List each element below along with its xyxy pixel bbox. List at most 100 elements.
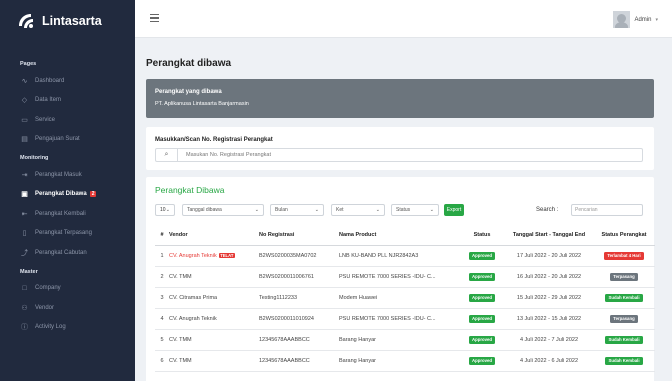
table-row[interactable]: 2 CV. TMM B2WS0200011006761 PSU REMOTE 7000… bbox=[155, 266, 655, 288]
column-header[interactable]: Status bbox=[459, 225, 505, 246]
hamburger-menu-icon[interactable] bbox=[150, 14, 159, 24]
row-number: 5 bbox=[155, 329, 169, 351]
sidebar-item-vendor[interactable]: ⚇ Vendor bbox=[0, 298, 135, 318]
row-number: 6 bbox=[155, 350, 169, 372]
column-header[interactable]: # bbox=[155, 225, 169, 246]
status-badge: Approved bbox=[468, 314, 496, 323]
vendor-name: CV. TMM bbox=[169, 273, 192, 280]
vendor-cell: CV. Anugrah Teknik bbox=[169, 308, 259, 330]
registration-cell: 12345678AAABBCC bbox=[259, 350, 339, 372]
product-cell: PSU REMOTE 7000 SERIES -IDU- C... bbox=[339, 266, 459, 288]
table-row[interactable]: 1 CV. Anugrah Teknik TELAT B2WS0200035MA070… bbox=[155, 245, 655, 267]
device-status-badge: Sudah Kembali bbox=[605, 356, 643, 365]
registration-cell: B2WS0200035MA0702 bbox=[259, 245, 339, 267]
user-menu[interactable]: Admin ▾ bbox=[613, 11, 658, 28]
sidebar: Lintasarta Pages ∿ Dashboard ◇ Data Item ▭ Ser… bbox=[0, 0, 135, 381]
sidebar-item-label: Perangkat Terpasang bbox=[35, 230, 92, 237]
column-header[interactable]: Tanggal Start - Tanggal End bbox=[505, 225, 593, 246]
page-title: Perangkat dibawa bbox=[146, 58, 232, 69]
device-status-cell: Sudah Kembali bbox=[593, 287, 655, 309]
sidebar-section-monitoring: Monitoring bbox=[20, 155, 49, 161]
device-status-cell: Sudah Kembali bbox=[593, 329, 655, 351]
row-number: 2 bbox=[155, 266, 169, 288]
late-badge: TELAT bbox=[218, 252, 235, 258]
status-cell: Approved bbox=[459, 245, 505, 267]
table-row[interactable]: 5 CV. TMM 12345678AAABBCC Barang Hanyar Appr… bbox=[155, 329, 655, 351]
sidebar-item-label: Service bbox=[35, 116, 56, 123]
log-out-icon: ⇤ bbox=[21, 210, 28, 218]
sidebar-item-perangkat-masuk[interactable]: ⇥ Perangkat Masuk bbox=[0, 165, 135, 185]
briefcase-icon: ▣ bbox=[21, 191, 28, 199]
column-header[interactable]: Vendor bbox=[169, 225, 259, 246]
status-cell: Approved bbox=[459, 329, 505, 351]
list-title: Perangkat Dibawa bbox=[155, 185, 225, 195]
product-cell: PSU REMOTE 7000 SERIES -IDU- C... bbox=[339, 308, 459, 330]
sidebar-item-perangkat-cabutan[interactable]: ⤴ Perangkat Cabutan bbox=[0, 243, 135, 263]
sidebar-menu: Pages ∿ Dashboard ◇ Data Item ▭ Service ▤ Pengaj… bbox=[0, 61, 135, 337]
vendor-cell: CV. Anugrah Teknik TELAT bbox=[169, 245, 259, 267]
sidebar-item-company[interactable]: □ Company bbox=[0, 279, 135, 299]
sidebar-item-label: Company bbox=[35, 285, 61, 292]
filter-ket-select[interactable]: Ket ⌄ bbox=[331, 204, 385, 216]
sidebar-item-data-item[interactable]: ◇ Data Item bbox=[0, 91, 135, 111]
box-icon: ◇ bbox=[21, 97, 28, 105]
status-badge: Approved bbox=[468, 356, 496, 365]
column-header[interactable]: No Registrasi bbox=[259, 225, 339, 246]
chevron-down-icon: ⌄ bbox=[254, 207, 259, 213]
export-button[interactable]: Export bbox=[444, 204, 464, 216]
search-icon: ⌕ bbox=[156, 149, 178, 161]
date-range-cell: 4 Juli 2022 - 6 Juli 2022 bbox=[505, 350, 593, 372]
date-range-cell: 4 Juli 2022 - 7 Juli 2022 bbox=[505, 329, 593, 351]
scan-input[interactable]: ⌕ Masukan No. Registrasi Perangkat bbox=[155, 148, 643, 162]
page-size-select[interactable]: 10 ⌄ bbox=[155, 204, 175, 216]
sidebar-item-label: Dashboard bbox=[35, 77, 65, 84]
filter-ket-label: Ket bbox=[336, 207, 344, 213]
table-row[interactable]: 6 CV. TMM 12345678AAABBCC Barang Hanyar Appr… bbox=[155, 350, 655, 372]
table-row[interactable]: 4 CV. Anugrah Teknik B2WS0200011010924 PSU … bbox=[155, 308, 655, 330]
sidebar-item-perangkat-dibawa[interactable]: ▣ Perangkat Dibawa 2 bbox=[0, 185, 135, 205]
date-range-cell: 15 Juli 2022 - 29 Juli 2022 bbox=[505, 287, 593, 309]
sidebar-item-label: Perangkat Dibawa bbox=[35, 191, 87, 198]
date-range-cell: 16 Juli 2022 - 20 Juli 2022 bbox=[505, 266, 593, 288]
status-cell: Approved bbox=[459, 287, 505, 309]
sidebar-item-label: Data Item bbox=[35, 97, 62, 104]
vendor-cell: CV. TMM bbox=[169, 350, 259, 372]
scan-placeholder: Masukan No. Registrasi Perangkat bbox=[186, 152, 271, 158]
topbar: Admin ▾ bbox=[135, 0, 672, 38]
devices-table: # Vendor No Registrasi Nama Product Status Ta… bbox=[155, 225, 655, 372]
sidebar-item-service[interactable]: ▭ Service bbox=[0, 110, 135, 130]
user-name: Admin bbox=[634, 16, 652, 23]
sidebar-item-perangkat-terpasang[interactable]: ▯ Perangkat Terpasang bbox=[0, 224, 135, 244]
table-body: 1 CV. Anugrah Teknik TELAT B2WS0200035MA070… bbox=[155, 245, 655, 372]
info-card: Perangkat yang dibawa PT. Aplikanusa Lin… bbox=[146, 79, 654, 118]
status-badge: Approved bbox=[468, 293, 496, 302]
filter-bulan-select[interactable]: Bulan ⌄ bbox=[270, 204, 324, 216]
row-number: 3 bbox=[155, 287, 169, 309]
device-status-cell: Sudah Kembali bbox=[593, 350, 655, 372]
vendor-name: CV. Anugrah Teknik bbox=[169, 315, 217, 322]
product-cell: Barang Hanyar bbox=[339, 350, 459, 372]
registration-cell: B2WS0200011010924 bbox=[259, 308, 339, 330]
sidebar-item-pengajuan-surat[interactable]: ▤ Pengajuan Surat bbox=[0, 130, 135, 150]
column-header[interactable]: Nama Product bbox=[339, 225, 459, 246]
product-cell: LNB KU-BAND PLL NJR2842A3 bbox=[339, 245, 459, 267]
brand-logo[interactable]: Lintasarta bbox=[0, 0, 135, 42]
vendor-name: CV. Anugrah Teknik bbox=[169, 252, 217, 259]
column-header[interactable]: Status Perangkat bbox=[593, 225, 655, 246]
vendor-cell: CV. Citramas Prima bbox=[169, 287, 259, 309]
filter-tanggal-select[interactable]: Tanggal dibawa ⌄ bbox=[182, 204, 264, 216]
search-input[interactable]: Pencarian bbox=[571, 204, 643, 216]
sidebar-item-dashboard[interactable]: ∿ Dashboard bbox=[0, 71, 135, 91]
sidebar-item-perangkat-kembali[interactable]: ⇤ Perangkat Kembali bbox=[0, 204, 135, 224]
chevron-down-icon: ⌄ bbox=[429, 207, 434, 213]
table-row[interactable]: 3 CV. Citramas Prima Testing1112233 Modem H… bbox=[155, 287, 655, 309]
filter-status-select[interactable]: Status ⌄ bbox=[391, 204, 439, 216]
device-status-badge: Sudah Kembali bbox=[605, 293, 643, 302]
search-label: Search : bbox=[536, 207, 559, 213]
sidebar-item-label: Perangkat Cabutan bbox=[35, 249, 87, 256]
sidebar-item-activity-log[interactable]: ⓘ Activity Log bbox=[0, 318, 135, 338]
device-status-badge: Terpasang bbox=[610, 272, 638, 281]
filter-status-label: Status bbox=[396, 207, 411, 213]
sidebar-item-label: Perangkat Kembali bbox=[35, 210, 86, 217]
filter-tanggal-label: Tanggal dibawa bbox=[187, 207, 222, 213]
